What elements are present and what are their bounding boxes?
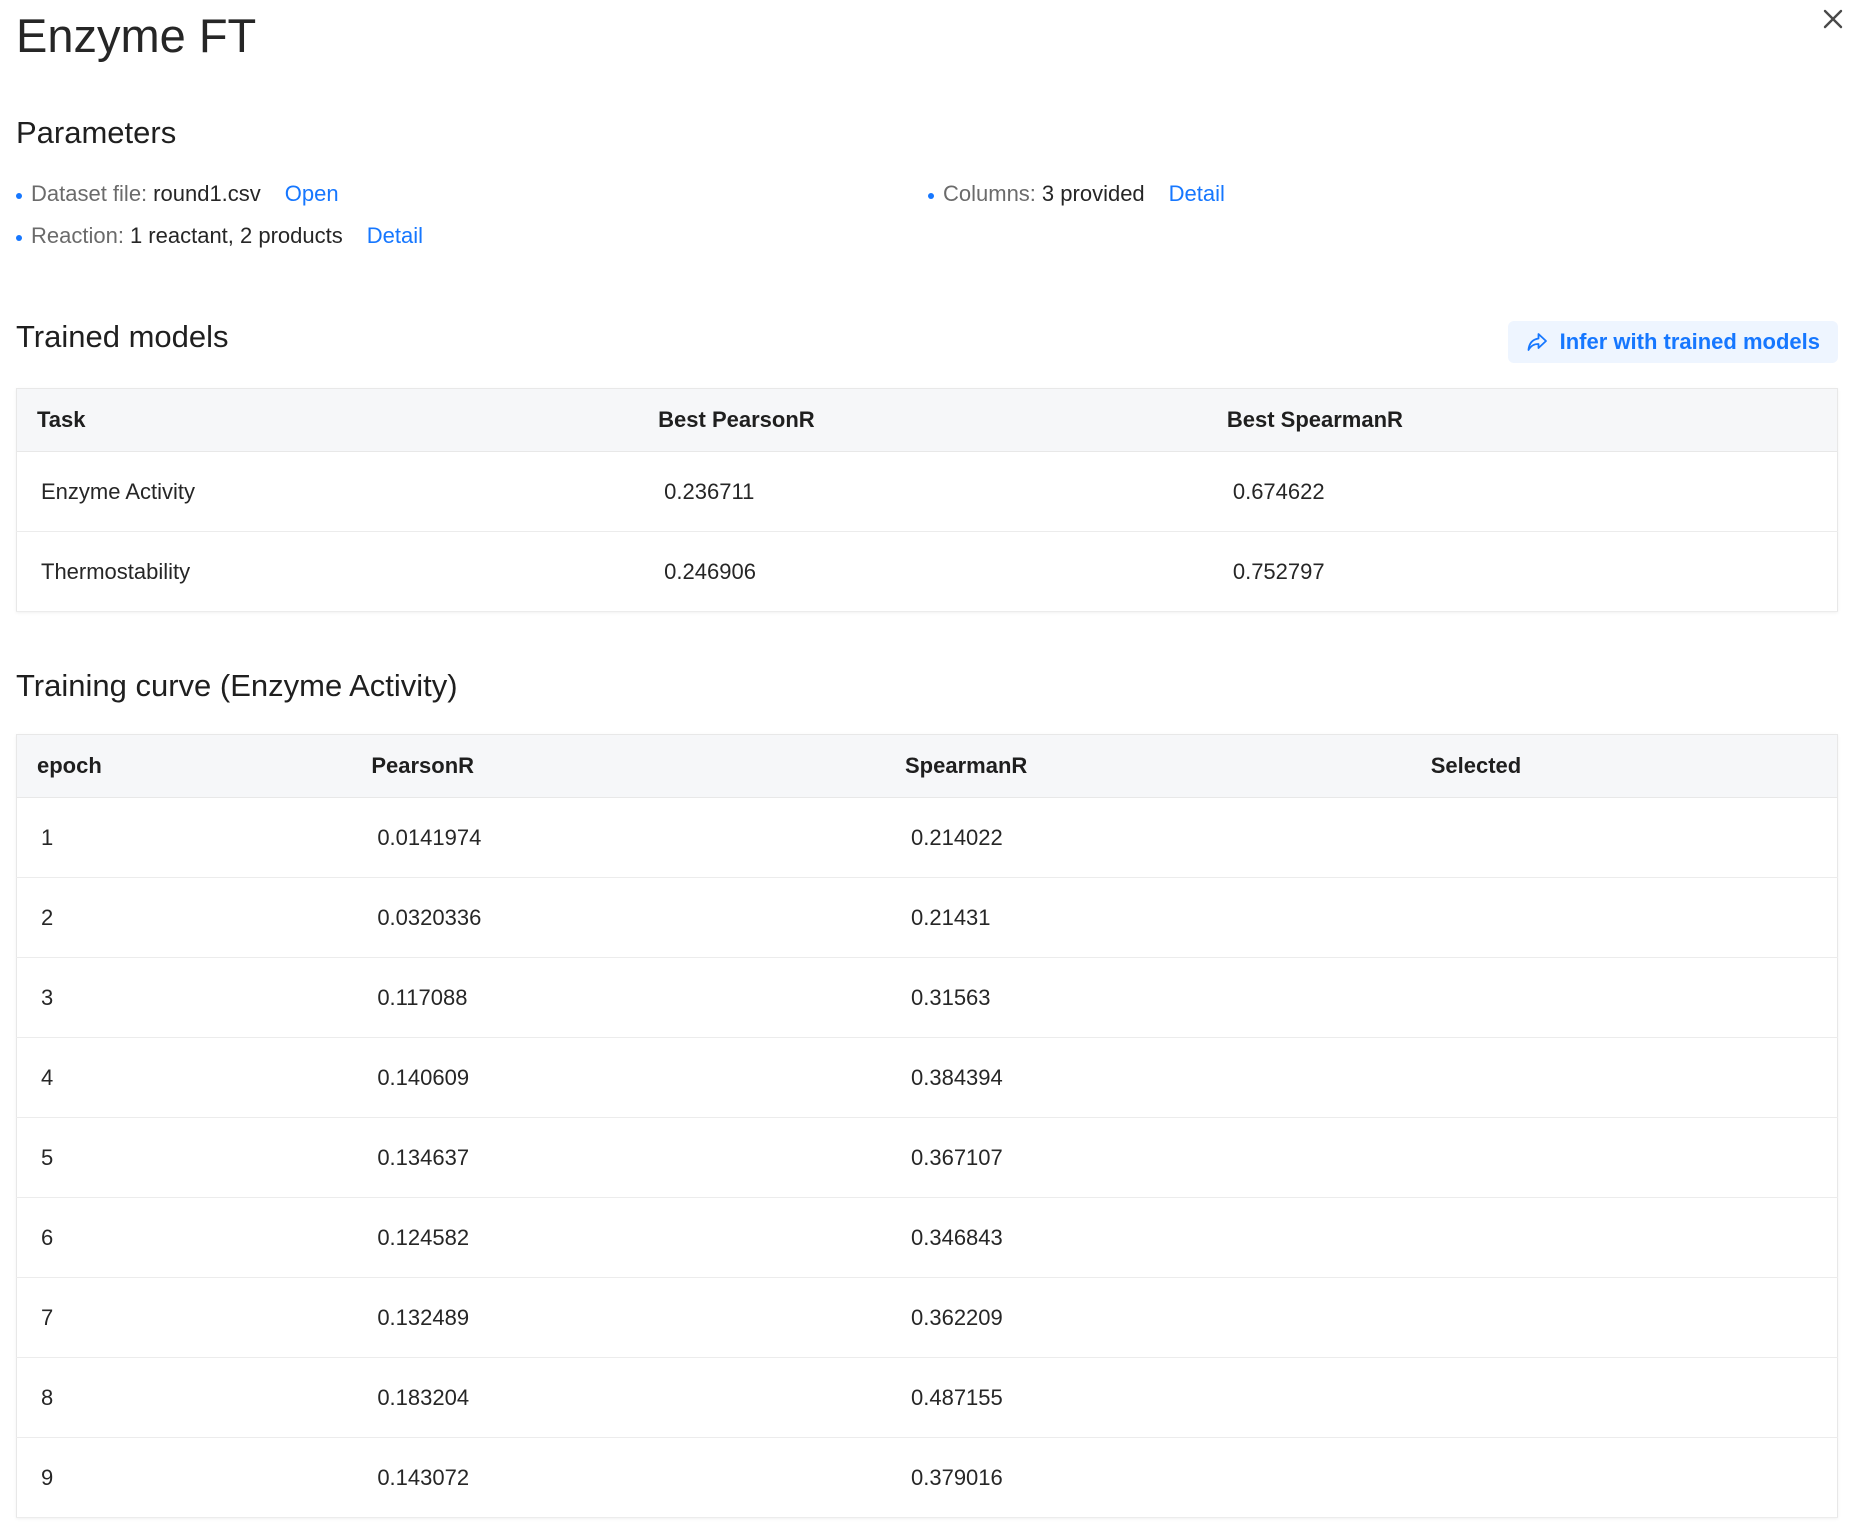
table-header-row: epoch PearsonR SpearmanR Selected	[16, 734, 1838, 798]
cell-pearsonr: 0.0320336	[351, 877, 885, 958]
table-row[interactable]: Thermostability 0.246906 0.752797	[16, 531, 1838, 612]
parameters-heading: Parameters	[16, 115, 177, 150]
cell-selected	[1410, 957, 1838, 1038]
cell-epoch: 2	[16, 877, 352, 958]
param-reaction: Reaction: 1 reactant, 2 products Detail	[16, 223, 423, 249]
cell-spearmanr: 0.367107	[885, 1117, 1411, 1198]
column-header-epoch[interactable]: epoch	[16, 734, 352, 798]
table-row[interactable]: 8 0.183204 0.487155	[16, 1357, 1838, 1438]
cell-best-spearmanr: 0.752797	[1206, 531, 1838, 612]
reaction-detail-link[interactable]: Detail	[367, 223, 423, 249]
table-row[interactable]: 6 0.124582 0.346843	[16, 1197, 1838, 1278]
table-row[interactable]: Enzyme Activity 0.236711 0.674622	[16, 451, 1838, 532]
param-dataset: Dataset file: round1.csv Open	[16, 181, 339, 207]
cell-task: Thermostability	[16, 531, 639, 612]
cell-epoch: 3	[16, 957, 352, 1038]
cell-epoch: 4	[16, 1037, 352, 1118]
bullet-icon	[928, 193, 934, 199]
close-icon	[1823, 9, 1843, 29]
cell-pearsonr: 0.183204	[351, 1357, 885, 1438]
column-header-spearmanr[interactable]: SpearmanR	[885, 734, 1411, 798]
param-value: 1 reactant, 2 products	[129, 223, 343, 248]
table-header-row: Task Best PearsonR Best SpearmanR	[16, 388, 1838, 452]
cell-selected	[1410, 1197, 1838, 1278]
column-header-best-spearmanr[interactable]: Best SpearmanR	[1206, 388, 1838, 452]
table-row[interactable]: 2 0.0320336 0.21431	[16, 877, 1838, 958]
table-row[interactable]: 3 0.117088 0.31563	[16, 957, 1838, 1038]
cell-pearsonr: 0.124582	[351, 1197, 885, 1278]
trained-models-table: Task Best PearsonR Best SpearmanR Enzyme…	[16, 388, 1838, 612]
cell-spearmanr: 0.384394	[885, 1037, 1411, 1118]
cell-spearmanr: 0.21431	[885, 877, 1411, 958]
table-row[interactable]: 7 0.132489 0.362209	[16, 1277, 1838, 1358]
infer-button-label: Infer with trained models	[1559, 329, 1820, 354]
cell-epoch: 1	[16, 797, 352, 878]
cell-spearmanr: 0.379016	[885, 1437, 1411, 1518]
bullet-icon	[16, 193, 22, 199]
page-title: Enzyme FT	[16, 9, 257, 62]
cell-pearsonr: 0.0141974	[351, 797, 885, 878]
cell-spearmanr: 0.31563	[885, 957, 1411, 1038]
cell-spearmanr: 0.214022	[885, 797, 1411, 878]
cell-selected	[1410, 877, 1838, 958]
cell-selected	[1410, 1117, 1838, 1198]
param-value: round1.csv	[153, 181, 261, 206]
param-value: 3 provided	[1041, 181, 1145, 206]
table-row[interactable]: 1 0.0141974 0.214022	[16, 797, 1838, 878]
column-header-best-pearsonr[interactable]: Best PearsonR	[638, 388, 1207, 452]
cell-spearmanr: 0.487155	[885, 1357, 1411, 1438]
training-curve-heading: Training curve (Enzyme Activity)	[16, 668, 458, 703]
cell-selected	[1410, 1277, 1838, 1358]
training-curve-table: epoch PearsonR SpearmanR Selected 1 0.01…	[16, 734, 1838, 1518]
cell-pearsonr: 0.117088	[351, 957, 885, 1038]
cell-best-spearmanr: 0.674622	[1206, 451, 1838, 532]
cell-pearsonr: 0.140609	[351, 1037, 885, 1118]
cell-selected	[1410, 1357, 1838, 1438]
table-row[interactable]: 5 0.134637 0.367107	[16, 1117, 1838, 1198]
column-header-task[interactable]: Task	[16, 388, 639, 452]
cell-pearsonr: 0.134637	[351, 1117, 885, 1198]
infer-button[interactable]: Infer with trained models	[1507, 321, 1838, 363]
param-columns: Columns: 3 provided Detail	[928, 181, 1225, 207]
cell-epoch: 8	[16, 1357, 352, 1438]
cell-task: Enzyme Activity	[16, 451, 639, 532]
bullet-icon	[16, 235, 22, 241]
cell-best-pearsonr: 0.246906	[638, 531, 1207, 612]
share-arrow-icon	[1527, 333, 1547, 351]
param-label: Dataset file:	[31, 181, 148, 206]
cell-epoch: 6	[16, 1197, 352, 1278]
cell-spearmanr: 0.346843	[885, 1197, 1411, 1278]
trained-models-heading: Trained models	[16, 319, 229, 354]
table-row[interactable]: 9 0.143072 0.379016	[16, 1437, 1838, 1518]
cell-pearsonr: 0.143072	[351, 1437, 885, 1518]
cell-selected	[1410, 1037, 1838, 1118]
cell-selected	[1410, 797, 1838, 878]
cell-epoch: 5	[16, 1117, 352, 1198]
cell-epoch: 9	[16, 1437, 352, 1518]
param-label: Columns:	[943, 181, 1036, 206]
column-header-selected[interactable]: Selected	[1410, 734, 1838, 798]
cell-epoch: 7	[16, 1277, 352, 1358]
param-label: Reaction:	[31, 223, 124, 248]
open-dataset-link[interactable]: Open	[285, 181, 339, 207]
columns-detail-link[interactable]: Detail	[1169, 181, 1225, 207]
table-row[interactable]: 4 0.140609 0.384394	[16, 1037, 1838, 1118]
cell-pearsonr: 0.132489	[351, 1277, 885, 1358]
column-header-pearsonr[interactable]: PearsonR	[351, 734, 885, 798]
cell-spearmanr: 0.362209	[885, 1277, 1411, 1358]
close-button[interactable]	[1816, 2, 1850, 36]
cell-selected	[1410, 1437, 1838, 1518]
cell-best-pearsonr: 0.236711	[638, 451, 1207, 532]
